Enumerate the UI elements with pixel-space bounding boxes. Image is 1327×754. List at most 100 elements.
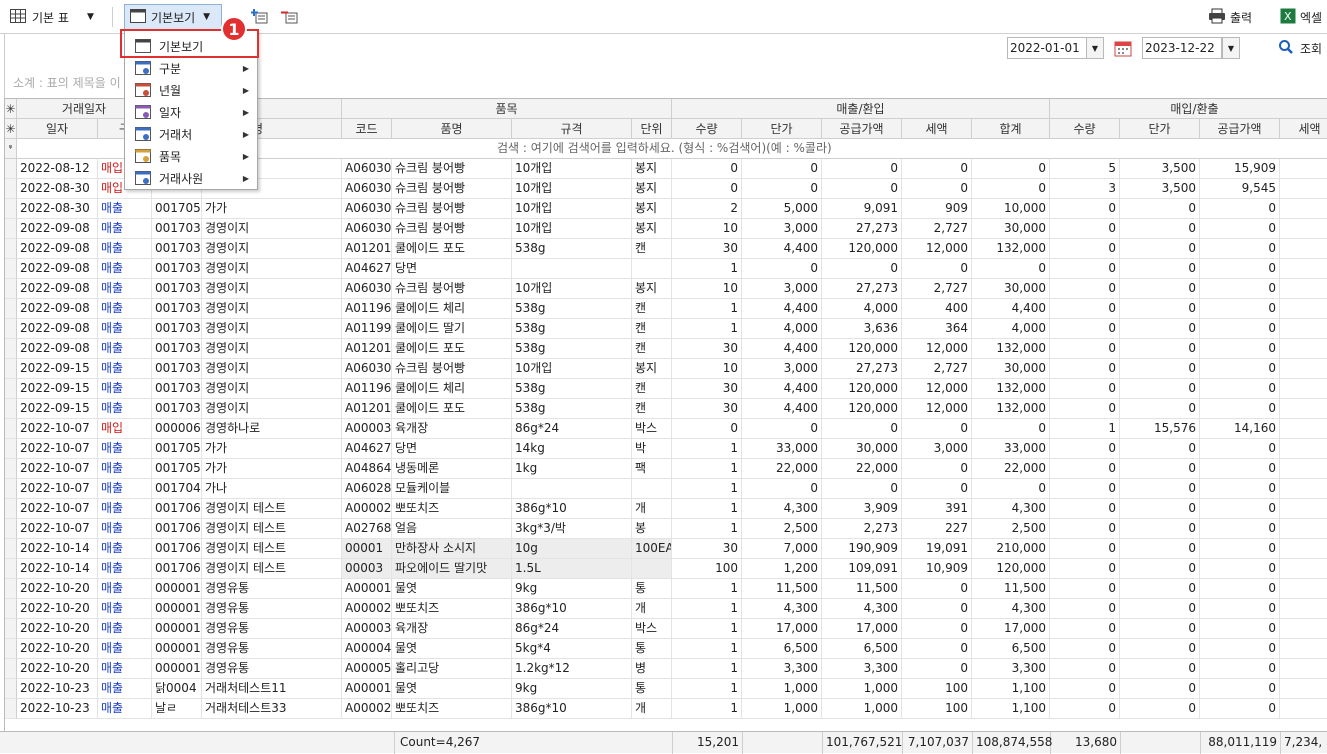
column-header[interactable]: 코드 <box>342 119 392 139</box>
menu-item[interactable]: 품목 ▶ <box>125 145 257 167</box>
row-selector[interactable] <box>5 379 17 399</box>
table-cell: 86g*24 <box>512 419 632 439</box>
column-header[interactable]: 일자 <box>17 119 98 139</box>
table-row[interactable]: 2022-09-08 매출 001703 경영이지 A01201 쿨에이드 포도 538g 캔… <box>17 339 1327 359</box>
column-header[interactable]: 세액 <box>1280 119 1327 139</box>
table-row[interactable]: 2022-10-20 매출 000001 경영유통 A00001 물엿 9kg 통 1 11,50… <box>17 579 1327 599</box>
column-header[interactable]: 수량 <box>1050 119 1120 139</box>
column-header[interactable]: 규격 <box>512 119 632 139</box>
row-selector[interactable] <box>5 239 17 259</box>
row-selector[interactable] <box>5 419 17 439</box>
menu-item[interactable]: 일자 ▶ <box>125 101 257 123</box>
column-header[interactable]: 수량 <box>672 119 742 139</box>
table-row[interactable]: 2022-09-08 매출 001703 경영이지 A04627 당면 1 0 0 0 0 0 0 0 <box>17 259 1327 279</box>
table-row[interactable]: 2022-10-20 매출 000001 경영유통 A00003 육개장 86g*24 박스 1… <box>17 619 1327 639</box>
row-selector[interactable] <box>5 519 17 539</box>
menu-item[interactable]: 거래처 ▶ <box>125 123 257 145</box>
table-row[interactable]: 2022-10-23 매출 날ㄹ 거래처테스트33 A00002 뽀또치즈 386g*10 개… <box>17 699 1327 719</box>
menu-item[interactable]: 거래사원 ▶ <box>125 167 257 189</box>
row-selector[interactable] <box>5 179 17 199</box>
row-selector[interactable] <box>5 359 17 379</box>
add-row-button[interactable] <box>250 4 268 30</box>
search-label: 조회 <box>1300 41 1323 56</box>
row-selector[interactable] <box>5 339 17 359</box>
column-header[interactable]: 단위 <box>632 119 672 139</box>
row-selector[interactable] <box>5 559 17 579</box>
calendar-icon[interactable] <box>1114 39 1132 60</box>
column-header[interactable]: 공급가액 <box>1200 119 1280 139</box>
row-selector[interactable] <box>5 259 17 279</box>
table-cell: 4,300 <box>822 599 902 619</box>
row-selector[interactable] <box>5 159 17 179</box>
menu-item[interactable]: 년월 ▶ <box>125 79 257 101</box>
row-selector[interactable] <box>5 319 17 339</box>
table-row[interactable]: 2022-10-14 매출 001706 경영이지 테스트 00001 만하장사 소시지 1… <box>17 539 1327 559</box>
table-row[interactable]: 2022-10-07 매입 000006 경영하나로 A00003 육개장 86g*24 박스… <box>17 419 1327 439</box>
table-row[interactable]: 2022-10-20 매출 000001 경영유통 A00002 뽀또치즈 386g*10 개… <box>17 599 1327 619</box>
row-selector[interactable] <box>5 199 17 219</box>
remove-row-button[interactable] <box>280 4 298 30</box>
row-selector[interactable] <box>5 219 17 239</box>
column-header[interactable]: 단가 <box>1120 119 1200 139</box>
table-cell: 경영이지 테스트 <box>202 499 342 519</box>
table-cell: 10 <box>672 359 742 379</box>
table-row[interactable]: 2022-10-20 매출 000001 경영유통 A00004 물엿 5kg*4 통 1 6,5… <box>17 639 1327 659</box>
column-header[interactable]: 단가 <box>742 119 822 139</box>
table-row[interactable]: 2022-10-07 매출 001705 가가 A04627 당면 14kg 박 1 33,000… <box>17 439 1327 459</box>
row-selector[interactable] <box>5 639 17 659</box>
row-selector[interactable] <box>5 539 17 559</box>
table-row[interactable]: 2022-09-15 매출 001703 경영이지 A01201 쿨에이드 포도 538g 캔… <box>17 399 1327 419</box>
view-mode-button[interactable]: 기본보기 ▼ <box>124 4 222 30</box>
date-to-dropdown[interactable]: ▼ <box>1222 37 1240 59</box>
row-selector[interactable] <box>5 679 17 699</box>
table-row[interactable]: 2022-10-07 매출 001705 가가 A04864 냉동메론 1kg 팩 1 22,00… <box>17 459 1327 479</box>
table-cell: 0 <box>1200 619 1280 639</box>
column-header[interactable]: 품명 <box>392 119 512 139</box>
table-cell: 가가 <box>202 199 342 219</box>
row-selector[interactable] <box>5 659 17 679</box>
row-selector[interactable] <box>5 619 17 639</box>
table-row[interactable]: 2022-09-15 매출 001703 경영이지 A06030 슈크림 붕어빵 10개입 봉… <box>17 359 1327 379</box>
date-to-input[interactable]: 2023-12-22 <box>1142 37 1222 59</box>
table-view-button[interactable]: 기본 표 ▼ <box>10 4 94 30</box>
table-cell: 2022-09-08 <box>17 219 98 239</box>
row-selector[interactable] <box>5 599 17 619</box>
table-row[interactable]: 2022-10-07 매출 001706 경영이지 테스트 A00002 뽀또치즈 386g… <box>17 499 1327 519</box>
table-row[interactable]: 2022-09-15 매출 001703 경영이지 A01196 쿨에이드 체리 538g 캔… <box>17 379 1327 399</box>
excel-button[interactable]: X 엑셀 <box>1280 4 1322 30</box>
table-row[interactable]: 2022-10-07 매출 001704 가나 A06028 모듈케이블 1 0 0 0 0 0 0 0 <box>17 479 1327 499</box>
search-button[interactable]: 조회 <box>1278 35 1322 61</box>
date-from-dropdown[interactable]: ▼ <box>1086 37 1104 59</box>
table-row[interactable]: 2022-09-08 매출 001703 경영이지 A01199 쿨에이드 딸기 538g 캔… <box>17 319 1327 339</box>
table-cell: 거래처테스트11 <box>202 679 342 699</box>
row-selector[interactable] <box>5 479 17 499</box>
table-row[interactable]: 2022-09-08 매출 001703 경영이지 A06030 슈크림 붕어빵 10개입 봉… <box>17 219 1327 239</box>
row-selector[interactable] <box>5 399 17 419</box>
table-row[interactable]: 2022-09-08 매출 001703 경영이지 A06030 슈크림 붕어빵 10개입 봉… <box>17 279 1327 299</box>
table-row[interactable]: 2022-08-30 매출 001705 가가 A06030 슈크림 붕어빵 10개입 봉지 2… <box>17 199 1327 219</box>
table-cell: 0 <box>1200 519 1280 539</box>
table-row[interactable]: 2022-10-14 매출 001706 경영이지 테스트 00003 파오에이드 딸기맛… <box>17 559 1327 579</box>
table-cell: 1,000 <box>742 699 822 719</box>
table-cell: 봉 <box>632 519 672 539</box>
row-selector[interactable] <box>5 279 17 299</box>
table-cell: 쿨에이드 체리 <box>392 299 512 319</box>
table-row[interactable]: 2022-10-20 매출 000001 경영유통 A00005 홀리고당 1.2kg*12… <box>17 659 1327 679</box>
table-row[interactable]: 2022-10-23 매출 닭0004 거래처테스트11 A00001 물엿 9kg 통 1 1,… <box>17 679 1327 699</box>
row-selector[interactable] <box>5 459 17 479</box>
date-from-input[interactable]: 2022-01-01 <box>1007 37 1087 59</box>
table-row[interactable]: 2022-09-08 매출 001703 경영이지 A01201 쿨에이드 포도 538g 캔… <box>17 239 1327 259</box>
row-selector[interactable] <box>5 499 17 519</box>
row-selector[interactable] <box>5 299 17 319</box>
print-button[interactable]: 출력 <box>1208 4 1252 30</box>
column-header[interactable]: 합계 <box>972 119 1050 139</box>
column-header[interactable]: 세액 <box>902 119 972 139</box>
column-header[interactable]: 공급가액 <box>822 119 902 139</box>
row-selector[interactable] <box>5 579 17 599</box>
row-selector[interactable] <box>5 439 17 459</box>
table-cell: 001706 <box>152 539 202 559</box>
menu-item[interactable]: 구분 ▶ <box>125 57 257 79</box>
table-row[interactable]: 2022-10-07 매출 001706 경영이지 테스트 A02768 얼음 3kg*3/… <box>17 519 1327 539</box>
table-row[interactable]: 2022-09-08 매출 001703 경영이지 A01196 쿨에이드 체리 538g 캔… <box>17 299 1327 319</box>
row-selector[interactable] <box>5 699 17 719</box>
